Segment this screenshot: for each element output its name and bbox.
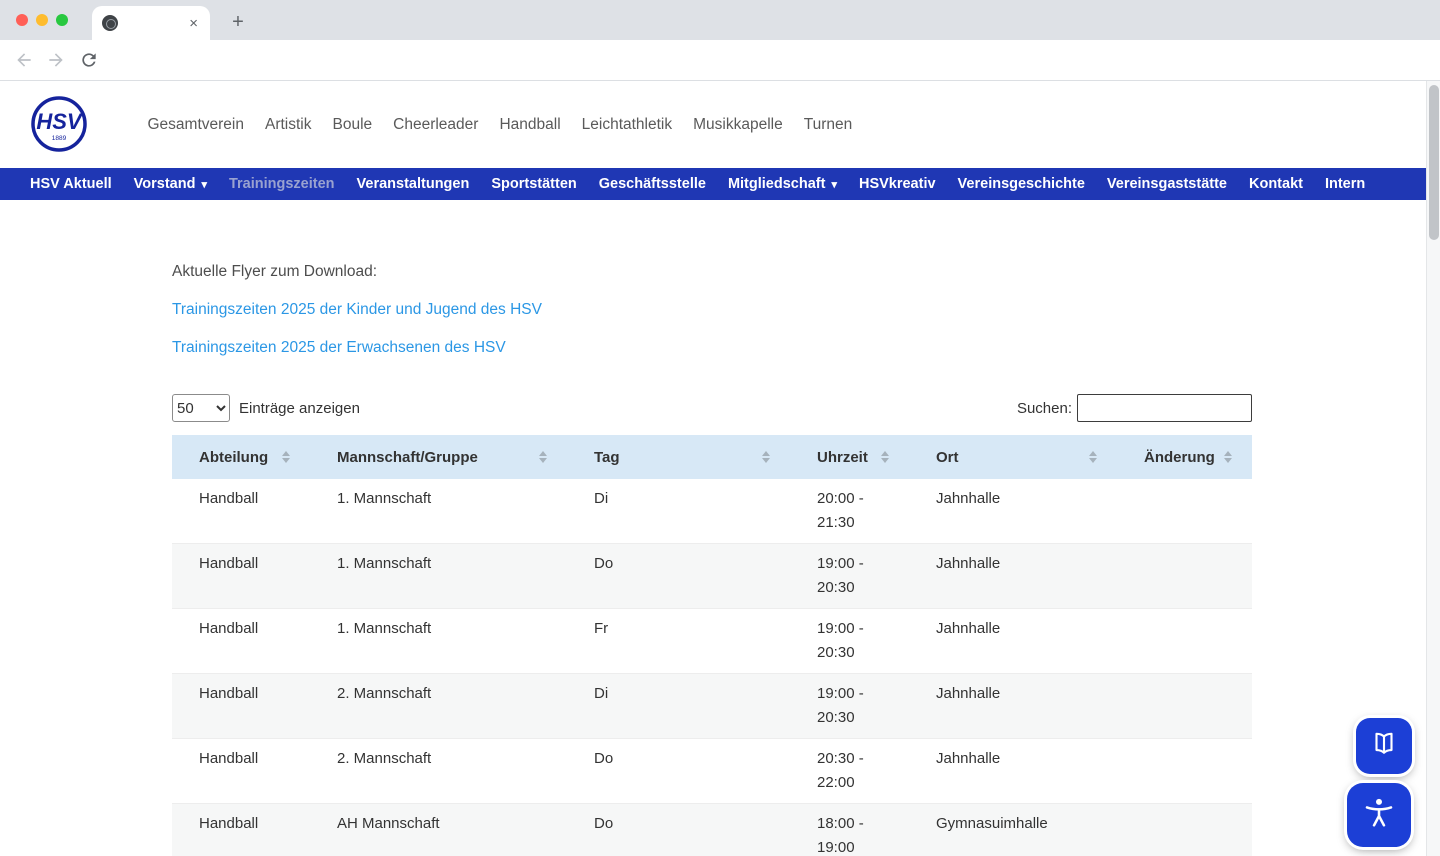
web-page: HSV 1889 Gesamtverein Artistik Boule Che… bbox=[0, 81, 1426, 856]
table-search-control: Suchen: bbox=[1017, 394, 1252, 422]
table-row: Handball AH Mannschaft Do 18:00 - 19:00 Gymn… bbox=[172, 803, 1252, 856]
table-row: Handball 1. Mannschaft Di 20:00 - 21:30 Jahn… bbox=[172, 479, 1252, 544]
sort-icon bbox=[1089, 451, 1097, 463]
sort-icon bbox=[539, 451, 547, 463]
tab-close-icon[interactable]: × bbox=[187, 16, 200, 31]
nav-vorstand[interactable]: Vorstand ▾ bbox=[123, 176, 218, 192]
new-tab-button[interactable]: + bbox=[224, 8, 252, 36]
nav-intern[interactable]: Intern bbox=[1314, 176, 1376, 192]
scrollbar-thumb[interactable] bbox=[1429, 85, 1439, 240]
back-icon[interactable] bbox=[14, 50, 34, 70]
chevron-down-icon: ▾ bbox=[201, 178, 207, 191]
nav-geschaeftsstelle[interactable]: Geschäftsstelle bbox=[588, 176, 717, 192]
column-header-uhrzeit[interactable]: Uhrzeit bbox=[790, 435, 909, 479]
page-size-select[interactable]: 50 bbox=[172, 394, 230, 422]
browser-tab[interactable]: × bbox=[92, 6, 210, 40]
search-label: Suchen: bbox=[1016, 399, 1072, 417]
browser-toolbar: https://www.hsvhockenheim.de/trainingsze… bbox=[0, 40, 1440, 115]
nav-mitgliedschaft[interactable]: Mitgliedschaft ▾ bbox=[717, 176, 848, 192]
nav-hsv-aktuell[interactable]: HSV Aktuell bbox=[19, 176, 123, 192]
nav-artistik[interactable]: Artistik bbox=[254, 116, 322, 134]
window-zoom-button[interactable] bbox=[56, 14, 68, 26]
nav-kontakt[interactable]: Kontakt bbox=[1238, 176, 1314, 192]
nav-trainingszeiten[interactable]: Trainingszeiten bbox=[218, 176, 346, 192]
table-row: Handball 1. Mannschaft Fr 19:00 - 20:30 Jahn… bbox=[172, 608, 1252, 674]
open-book-icon bbox=[1369, 729, 1399, 764]
column-header-mannschaft[interactable]: Mannschaft/Gruppe bbox=[310, 435, 567, 479]
sort-icon bbox=[881, 451, 889, 463]
page-scrollbar[interactable] bbox=[1426, 81, 1440, 856]
window-minimize-button[interactable] bbox=[36, 14, 48, 26]
reload-icon[interactable] bbox=[79, 50, 99, 70]
nav-cheerleader[interactable]: Cheerleader bbox=[383, 116, 489, 134]
nav-musikkapelle[interactable]: Musikkapelle bbox=[683, 116, 794, 134]
svg-text:HSV: HSV bbox=[36, 109, 84, 134]
nav-veranstaltungen[interactable]: Veranstaltungen bbox=[346, 176, 481, 192]
accessibility-button[interactable] bbox=[1347, 783, 1411, 847]
sort-icon bbox=[282, 451, 290, 463]
nav-vereinsgaststaette[interactable]: Vereinsgaststätte bbox=[1096, 176, 1238, 192]
table-row: Handball 1. Mannschaft Do 19:00 - 20:30 Jahn… bbox=[172, 543, 1252, 609]
table-row: Handball 2. Mannschaft Do 20:30 - 22:00 Jahn… bbox=[172, 738, 1252, 804]
nav-leichtathletik[interactable]: Leichtathletik bbox=[571, 116, 682, 134]
window-close-button[interactable] bbox=[16, 14, 28, 26]
column-header-ort[interactable]: Ort bbox=[909, 435, 1117, 479]
table-row: Handball 2. Mannschaft Di 19:00 - 20:30 Jahn… bbox=[172, 673, 1252, 739]
nav-hsvkreativ[interactable]: HSVkreativ bbox=[848, 176, 947, 192]
entries-label: Einträge anzeigen bbox=[239, 399, 360, 417]
nav-gesamtverein[interactable]: Gesamtverein bbox=[137, 116, 254, 134]
chevron-down-icon: ▾ bbox=[831, 178, 837, 191]
sort-icon bbox=[1224, 451, 1232, 463]
forward-icon[interactable] bbox=[46, 50, 66, 70]
site-favicon-icon bbox=[102, 15, 118, 31]
accessibility-person-icon bbox=[1361, 795, 1397, 836]
tab-strip: × + bbox=[0, 0, 1440, 40]
column-header-abteilung[interactable]: Abteilung bbox=[172, 435, 310, 479]
main-nav: HSV Aktuell Vorstand ▾ Trainingszeiten Ve… bbox=[0, 168, 1426, 200]
svg-text:1889: 1889 bbox=[52, 135, 67, 142]
column-header-aenderung[interactable]: Änderung bbox=[1117, 435, 1252, 479]
nav-turnen[interactable]: Turnen bbox=[793, 116, 863, 134]
nav-sportstaetten[interactable]: Sportstätten bbox=[480, 176, 587, 192]
browser-window: × + https://www.hsvhockenheim.de/trainin… bbox=[0, 0, 1440, 856]
nav-handball[interactable]: Handball bbox=[489, 116, 571, 134]
table-header-row: Abteilung Mannschaft/Gruppe Tag Uhrzeit … bbox=[172, 435, 1252, 479]
department-nav: Gesamtverein Artistik Boule Cheerleader … bbox=[137, 81, 863, 168]
flyer-link-erwachsene[interactable]: Trainingszeiten 2025 der Erwachsenen des… bbox=[172, 339, 506, 357]
column-header-tag[interactable]: Tag bbox=[567, 435, 790, 479]
nav-vereinsgeschichte[interactable]: Vereinsgeschichte bbox=[947, 176, 1096, 192]
intro-text: Aktuelle Flyer zum Download: bbox=[172, 263, 378, 280]
nav-boule[interactable]: Boule bbox=[322, 116, 383, 134]
flyer-link-kinder[interactable]: Trainingszeiten 2025 der Kinder und Juge… bbox=[172, 301, 542, 319]
trainingszeiten-table: Abteilung Mannschaft/Gruppe Tag Uhrzeit … bbox=[172, 435, 1252, 856]
reading-mode-button[interactable] bbox=[1356, 718, 1412, 774]
page-length-control: 50 Einträge anzeigen bbox=[172, 394, 360, 422]
hsv-logo[interactable]: HSV 1889 bbox=[30, 95, 88, 153]
sort-icon bbox=[762, 451, 770, 463]
site-header: HSV 1889 Gesamtverein Artistik Boule Che… bbox=[0, 81, 1426, 168]
search-input[interactable] bbox=[1077, 394, 1252, 422]
